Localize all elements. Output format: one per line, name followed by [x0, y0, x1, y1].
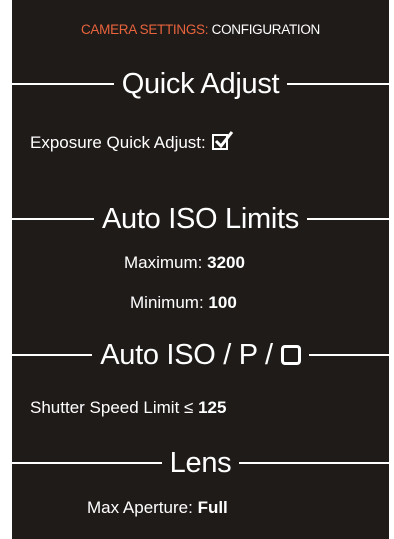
- iso-maximum-value: 3200: [207, 253, 245, 272]
- camera-config-screen: CAMERA SETTINGS: CONFIGURATION Quick Adj…: [12, 0, 389, 539]
- iso-minimum-row[interactable]: Minimum: 100: [130, 292, 237, 314]
- section-auto-iso-limits-title: Auto ISO Limits: [12, 202, 389, 236]
- breadcrumb-current: CONFIGURATION: [211, 22, 321, 37]
- divider-right: [306, 218, 389, 220]
- section-title-text: Auto ISO / P /: [92, 338, 309, 372]
- shutter-speed-limit-row[interactable]: Shutter Speed Limit ≤ 125: [30, 397, 226, 419]
- max-aperture-value: Full: [197, 498, 228, 517]
- square-icon: [280, 345, 301, 365]
- max-aperture-label: Max Aperture:: [87, 498, 193, 517]
- iso-minimum-value: 100: [208, 293, 237, 312]
- iso-maximum-row[interactable]: Maximum: 3200: [124, 252, 245, 274]
- section-title-label: Auto ISO / P /: [100, 339, 273, 371]
- shutter-speed-limit-label: Shutter Speed Limit ≤: [30, 398, 194, 417]
- section-quick-adjust-title: Quick Adjust: [12, 67, 389, 101]
- divider-right: [308, 354, 389, 356]
- divider-left: [12, 83, 114, 85]
- divider-left: [12, 218, 95, 220]
- iso-maximum-label: Maximum:: [124, 253, 203, 272]
- shutter-speed-limit-value: 125: [198, 398, 227, 417]
- breadcrumb: CAMERA SETTINGS: CONFIGURATION: [12, 22, 389, 37]
- divider-left: [12, 354, 93, 356]
- divider-left: [12, 462, 162, 464]
- section-auto-iso-p-title: Auto ISO / P /: [12, 338, 389, 372]
- max-aperture-row[interactable]: Max Aperture: Full: [87, 497, 228, 519]
- breadcrumb-parent: CAMERA SETTINGS:: [80, 22, 209, 37]
- checked-checkbox-icon[interactable]: [211, 131, 233, 150]
- divider-right: [239, 462, 389, 464]
- section-title-text: Quick Adjust: [121, 68, 280, 100]
- exposure-quick-adjust-label: Exposure Quick Adjust:: [30, 133, 206, 152]
- exposure-quick-adjust-row[interactable]: Exposure Quick Adjust:: [30, 131, 233, 154]
- divider-right: [287, 83, 389, 85]
- iso-minimum-label: Minimum:: [130, 293, 204, 312]
- section-title-text: Auto ISO Limits: [102, 203, 299, 235]
- section-title-text: Lens: [169, 447, 232, 479]
- section-lens-title: Lens: [12, 446, 389, 480]
